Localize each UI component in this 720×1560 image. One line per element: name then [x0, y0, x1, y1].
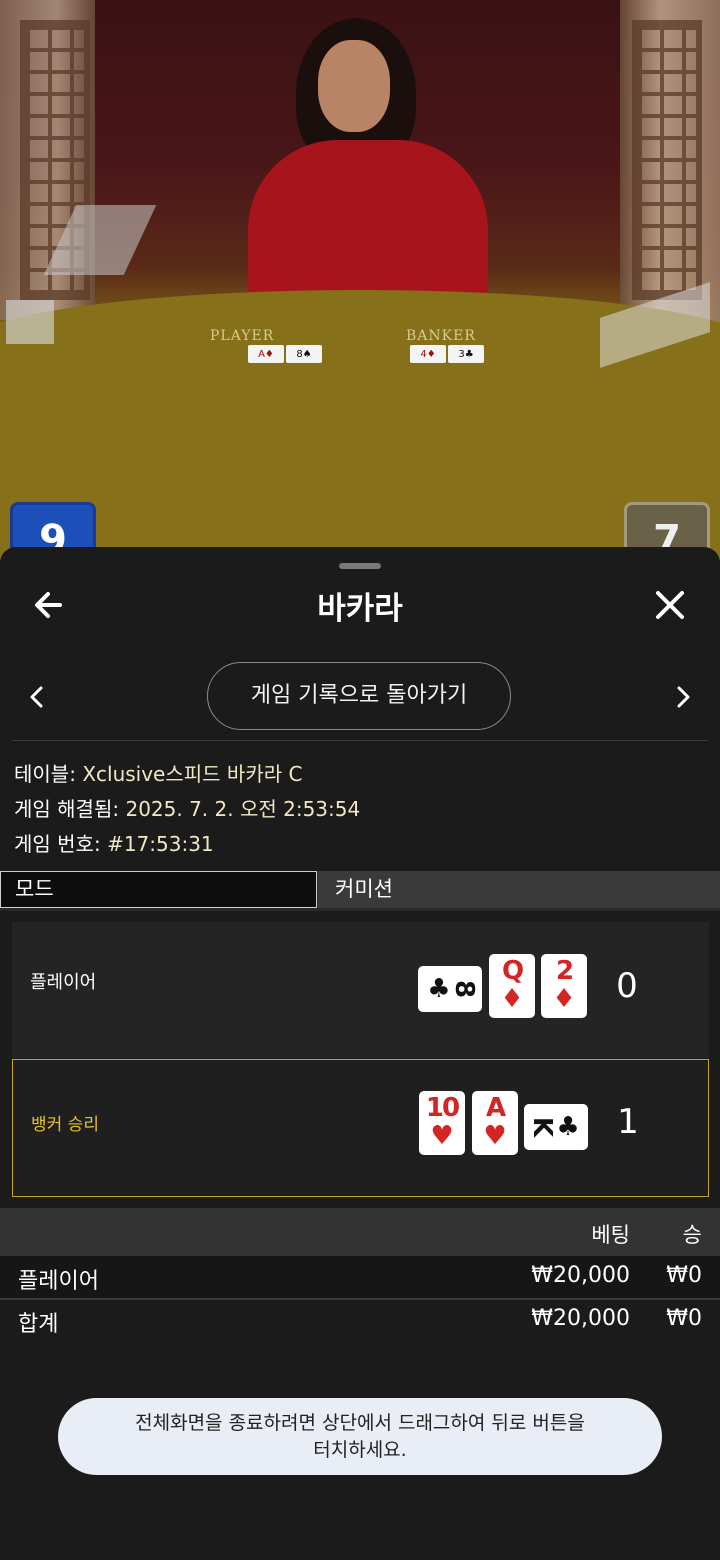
table-cards-player: A♦ 8♠: [248, 345, 322, 363]
card-rank: A: [485, 1093, 506, 1123]
player-card-3: 2 ♦: [541, 954, 587, 1018]
table-row: 플레이어 ₩20,000 ₩0: [0, 1256, 720, 1298]
mode-tabs: 모드 커미션: [0, 871, 720, 911]
bets-header-bet: 베팅: [591, 1223, 630, 1247]
table-info: 테이블: Xclusive스피드 바카라 C: [14, 758, 302, 787]
table-cards-banker: 4♦ 3♣: [410, 345, 484, 363]
card-suit: ♥: [483, 1121, 507, 1151]
table-card: A♦: [248, 345, 284, 363]
banker-card-3: K ♣: [524, 1104, 588, 1150]
total-bet-amount: ₩20,000: [531, 1306, 630, 1331]
table-label-banker: BANKER: [406, 328, 476, 344]
tab-commission[interactable]: 커미션: [318, 871, 720, 908]
bets-table-header: 베팅 승: [0, 1208, 720, 1256]
win-amount: ₩0: [666, 1263, 702, 1288]
drag-handle[interactable]: [339, 563, 381, 569]
close-icon[interactable]: [650, 585, 690, 625]
card-rank: K: [527, 1116, 558, 1138]
total-win-amount: ₩0: [666, 1306, 702, 1331]
table-info-label: 테이블:: [14, 762, 76, 786]
card-rank: 8: [448, 979, 479, 999]
game-number-label: 게임 번호:: [14, 832, 101, 856]
dealer-body: [248, 140, 488, 310]
page-title: 바카라: [317, 591, 403, 627]
back-to-history-button[interactable]: 게임 기록으로 돌아가기: [207, 662, 511, 730]
discard-tray: [6, 300, 54, 344]
card-rank: 2: [555, 956, 574, 986]
card-suit: ♦: [500, 984, 524, 1014]
game-number-value: #17:53:31: [107, 832, 214, 856]
game-resolved-label: 게임 해결됨:: [14, 797, 120, 821]
table-card: 3♣: [448, 345, 484, 363]
toast-line-2: 터치하세요.: [313, 1439, 407, 1461]
player-card-1: ♣ 8: [418, 966, 482, 1012]
card-suit: ♥: [430, 1121, 454, 1151]
live-video-feed: PLAYER BANKER A♦ 8♠ 4♦ 3♣ 9 7: [0, 0, 720, 560]
game-history-sheet: 바카라 게임 기록으로 돌아가기 테이블: Xclusive스피드 바카라 C …: [0, 547, 720, 1560]
table-info-value: Xclusive스피드 바카라 C: [82, 762, 303, 786]
game-number-info: 게임 번호: #17:53:31: [14, 828, 214, 857]
banker-result-row: 뱅커 승리 10 ♥ A ♥ K ♣ 1: [12, 1059, 709, 1197]
tab-mode[interactable]: 모드: [0, 871, 317, 908]
toast-line-1: 전체화면을 종료하려면 상단에서 드래그하여 뒤로 버튼을: [135, 1412, 585, 1434]
card-suit: ♣: [556, 1112, 580, 1142]
total-row: 합계 ₩20,000 ₩0: [0, 1299, 720, 1345]
total-label: 합계: [18, 1312, 59, 1337]
chevron-left-icon[interactable]: [22, 677, 52, 717]
bet-name: 플레이어: [18, 1269, 99, 1294]
card-rank: 10: [425, 1093, 460, 1123]
player-result-score: 0: [616, 966, 638, 1006]
bet-amount: ₩20,000: [531, 1263, 630, 1288]
bets-header-win: 승: [682, 1223, 702, 1247]
lattice-screen-right: [632, 20, 702, 300]
card-rank: Q: [501, 956, 524, 986]
table-card: 8♠: [286, 345, 322, 363]
chevron-right-icon[interactable]: [668, 677, 698, 717]
player-result-label: 플레이어: [30, 972, 97, 993]
banker-result-score: 1: [617, 1102, 639, 1142]
table-card: 4♦: [410, 345, 446, 363]
fullscreen-toast: 전체화면을 종료하려면 상단에서 드래그하여 뒤로 버튼을 터치하세요.: [58, 1398, 662, 1475]
card-suit: ♦: [552, 984, 576, 1014]
banker-result-label: 뱅커 승리: [31, 1115, 99, 1135]
banker-card-2: A ♥: [472, 1091, 518, 1155]
dealer-face: [318, 40, 390, 132]
card-suit: ♣: [427, 974, 451, 1004]
player-card-2: Q ♦: [489, 954, 535, 1018]
banker-card-1: 10 ♥: [419, 1091, 465, 1155]
game-resolved-info: 게임 해결됨: 2025. 7. 2. 오전 2:53:54: [14, 793, 360, 822]
game-resolved-value: 2025. 7. 2. 오전 2:53:54: [125, 797, 361, 821]
table-label-player: PLAYER: [210, 328, 275, 344]
player-result-row: 플레이어 ♣ 8 Q ♦ 2 ♦ 0: [12, 922, 709, 1058]
divider: [12, 740, 708, 741]
